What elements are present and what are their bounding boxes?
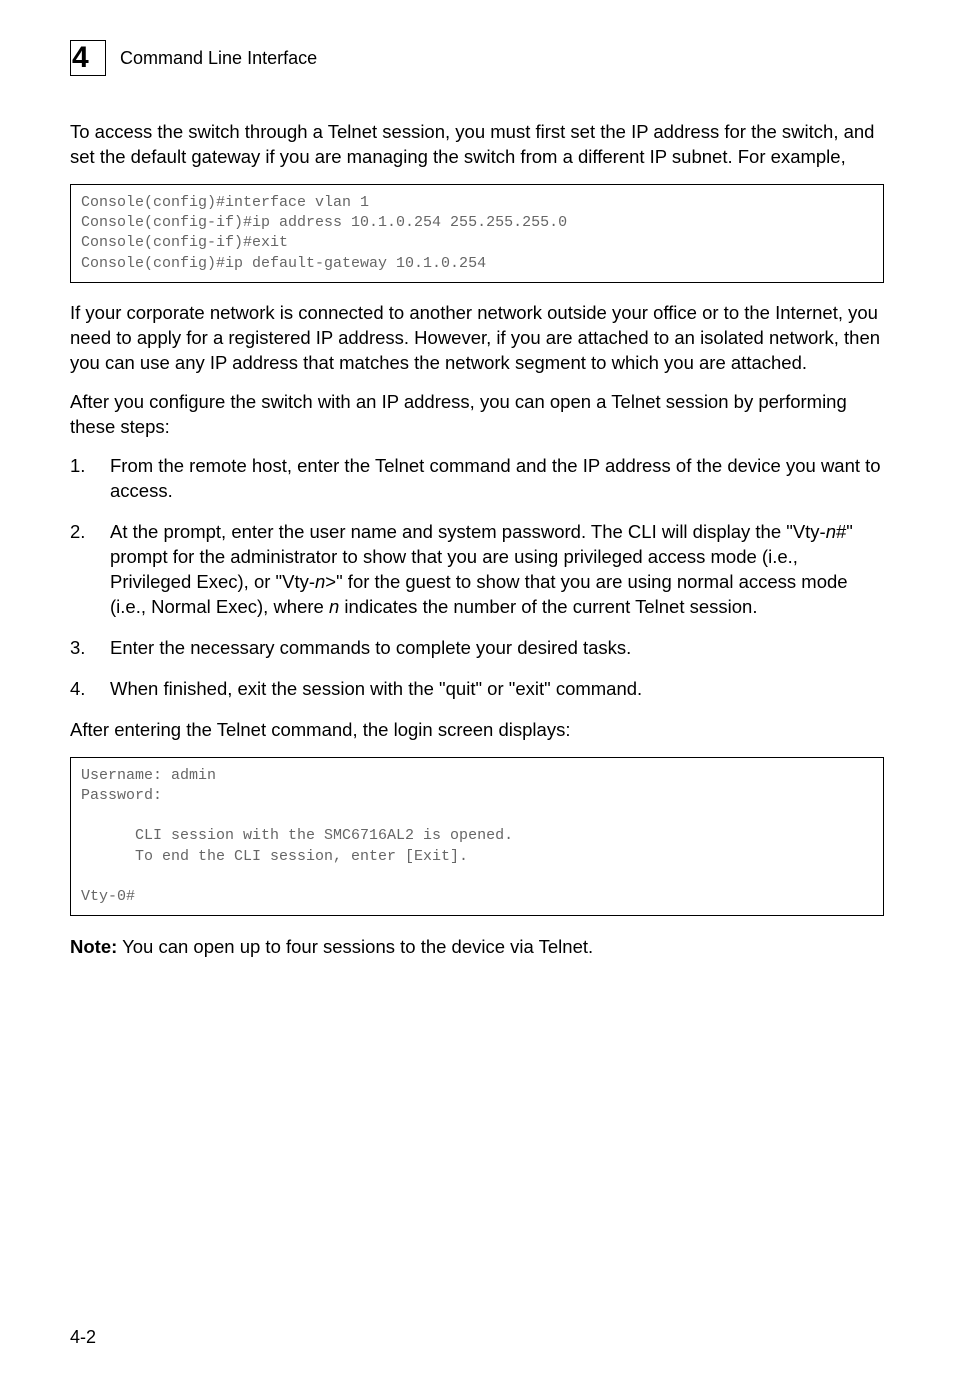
paragraph-intro: To access the switch through a Telnet se… (70, 120, 884, 170)
paragraph-login-screen: After entering the Telnet command, the l… (70, 718, 884, 743)
step-content: From the remote host, enter the Telnet c… (110, 454, 884, 504)
code-block-login: Username: admin Password: CLI session wi… (70, 757, 884, 917)
step-content: At the prompt, enter the user name and s… (110, 520, 884, 620)
step-content: Enter the necessary commands to complete… (110, 636, 884, 661)
italic-text: n (826, 521, 836, 542)
note-text: You can open up to four sessions to the … (117, 936, 593, 957)
step-number: 2. (70, 520, 110, 620)
chapter-number-icon: 4 (70, 40, 106, 76)
note-paragraph: Note: You can open up to four sessions t… (70, 935, 884, 960)
step-number: 1. (70, 454, 110, 504)
steps-list: 1. From the remote host, enter the Telne… (70, 454, 884, 702)
paragraph-telnet-steps-intro: After you configure the switch with an I… (70, 390, 884, 440)
note-label: Note: (70, 936, 117, 957)
step-1: 1. From the remote host, enter the Telne… (70, 454, 884, 504)
chapter-number: 4 (72, 43, 89, 73)
italic-text: n (315, 571, 325, 592)
page-number: 4-2 (70, 1327, 96, 1348)
step-4: 4. When finished, exit the session with … (70, 677, 884, 702)
page-container: 4 Command Line Interface To access the s… (0, 0, 954, 1388)
italic-text: n (329, 596, 339, 617)
text-segment: indicates the number of the current Teln… (339, 596, 757, 617)
page-header: 4 Command Line Interface (70, 40, 884, 76)
chapter-title: Command Line Interface (120, 48, 317, 69)
step-number: 3. (70, 636, 110, 661)
code-block-config: Console(config)#interface vlan 1 Console… (70, 184, 884, 283)
step-3: 3. Enter the necessary commands to compl… (70, 636, 884, 661)
paragraph-network: If your corporate network is connected t… (70, 301, 884, 376)
step-2: 2. At the prompt, enter the user name an… (70, 520, 884, 620)
step-number: 4. (70, 677, 110, 702)
text-segment: At the prompt, enter the user name and s… (110, 521, 826, 542)
step-content: When finished, exit the session with the… (110, 677, 884, 702)
